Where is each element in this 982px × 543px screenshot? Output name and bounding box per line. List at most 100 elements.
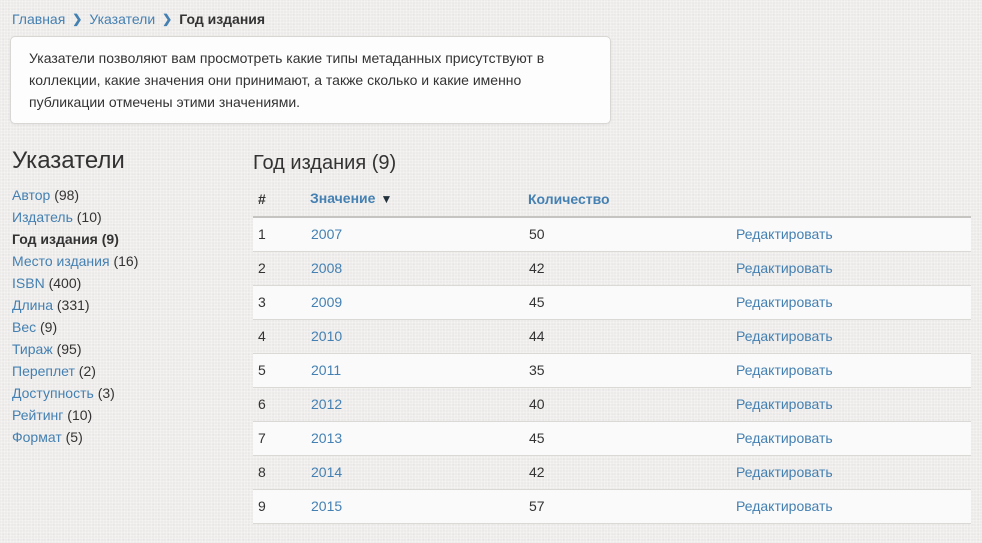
row-value-cell: 2014: [310, 455, 528, 489]
row-value-link[interactable]: 2015: [311, 498, 342, 514]
sidebar-item: ISBN (400): [12, 276, 253, 290]
column-header-count: Количество: [528, 183, 735, 217]
table-row: 62012 40Редактировать: [253, 387, 971, 421]
sort-desc-icon[interactable]: ▼: [380, 192, 392, 206]
main-panel: Год издания (9) # Значение ▼ Количество: [253, 148, 971, 524]
sidebar-item-link[interactable]: Переплет: [12, 363, 75, 379]
row-count-cell: 45: [528, 285, 735, 319]
sidebar-item: Автор (98): [12, 188, 253, 202]
breadcrumb-item-link[interactable]: Указатели: [89, 11, 155, 27]
row-value-link[interactable]: 2012: [311, 396, 342, 412]
row-actions-cell: Редактировать: [735, 421, 971, 455]
row-edit-link[interactable]: Редактировать: [736, 396, 833, 412]
row-value-cell: 2008: [310, 251, 528, 285]
row-actions-cell: Редактировать: [735, 251, 971, 285]
content: Указатели Автор (98)Издатель (10)Год изд…: [10, 148, 971, 524]
row-count-cell: 35: [528, 353, 735, 387]
sidebar-item-link[interactable]: Доступность: [12, 385, 94, 401]
row-count-cell: 57: [528, 489, 735, 523]
table-body: 1200750Редактировать2200842Редактировать…: [253, 217, 971, 523]
row-count-cell: 50: [528, 217, 735, 251]
column-header-index: #: [253, 183, 310, 217]
sidebar-item-link[interactable]: ISBN: [12, 275, 45, 291]
sidebar-item: Длина (331): [12, 298, 253, 312]
sidebar-item-count: (5): [66, 429, 83, 445]
row-count-cell: 40: [528, 387, 735, 421]
sidebar-item-link[interactable]: Год издания: [12, 231, 98, 247]
sidebar-item: Тираж (95): [12, 342, 253, 356]
table-row: 32009 45Редактировать: [253, 285, 971, 319]
row-actions-cell: Редактировать: [735, 319, 971, 353]
table-row: 82014 42Редактировать: [253, 455, 971, 489]
row-value-cell: 2013: [310, 421, 528, 455]
row-edit-link[interactable]: Редактировать: [736, 498, 833, 514]
sidebar-list: Автор (98) Издатель (10) Год издания (9) Ме…: [12, 188, 253, 444]
sidebar-item-link[interactable]: Автор: [12, 187, 50, 203]
row-edit-link[interactable]: Редактировать: [736, 362, 833, 378]
row-count-cell: 42: [528, 455, 735, 489]
row-actions-cell: Редактировать: [735, 353, 971, 387]
row-value-link[interactable]: 2010: [311, 328, 342, 344]
page-title: Год издания (9): [253, 151, 971, 175]
row-actions-cell: Редактировать: [735, 489, 971, 523]
sidebar-item-count: (400): [49, 275, 82, 291]
info-box: Указатели позволяют вам просмотреть каки…: [10, 36, 611, 124]
row-value-link[interactable]: 2008: [311, 260, 342, 276]
row-value-cell: 2015: [310, 489, 528, 523]
row-value-cell: 2012: [310, 387, 528, 421]
sidebar-item-link[interactable]: Вес: [12, 319, 36, 335]
row-index-cell: 1: [253, 217, 310, 251]
sort-by-value-link[interactable]: Значение: [310, 190, 375, 206]
sidebar-item-count: (9): [40, 319, 57, 335]
row-edit-link[interactable]: Редактировать: [736, 430, 833, 446]
row-actions-cell: Редактировать: [735, 285, 971, 319]
row-index-cell: 6: [253, 387, 310, 421]
sidebar-item-link[interactable]: Издатель: [12, 209, 73, 225]
sidebar-item-link[interactable]: Рейтинг: [12, 407, 63, 423]
row-edit-link[interactable]: Редактировать: [736, 260, 833, 276]
row-edit-link[interactable]: Редактировать: [736, 226, 833, 242]
breadcrumb: Главная ❯ Указатели ❯ Год издания: [10, 0, 971, 29]
breadcrumb-separator-icon: ❯: [162, 12, 172, 26]
info-box-text: Указатели позволяют вам просмотреть каки…: [29, 50, 544, 110]
breadcrumb-separator-icon: ❯: [72, 12, 82, 26]
row-index-cell: 4: [253, 319, 310, 353]
row-index-cell: 8: [253, 455, 310, 489]
row-value-link[interactable]: 2009: [311, 294, 342, 310]
row-edit-link[interactable]: Редактировать: [736, 464, 833, 480]
row-count-cell: 44: [528, 319, 735, 353]
row-index-cell: 3: [253, 285, 310, 319]
sidebar-item-link[interactable]: Формат: [12, 429, 62, 445]
sidebar: Указатели Автор (98) Издатель (10) Год изд…: [10, 148, 253, 524]
row-index-cell: 7: [253, 421, 310, 455]
column-header-value: Значение ▼: [310, 183, 528, 217]
row-value-cell: 2009: [310, 285, 528, 319]
row-value-link[interactable]: 2011: [311, 362, 341, 378]
row-actions-cell: Редактировать: [735, 217, 971, 251]
row-value-link[interactable]: 2014: [311, 464, 342, 480]
sidebar-title: Указатели: [12, 148, 253, 174]
sidebar-item-count: (9): [102, 231, 119, 247]
sidebar-item-count: (10): [77, 209, 102, 225]
sidebar-item-link[interactable]: Длина: [12, 297, 53, 313]
sidebar-item-count: (3): [98, 385, 115, 401]
sidebar-item: Место издания (16): [12, 254, 253, 268]
sidebar-item-link[interactable]: Тираж: [12, 341, 53, 357]
sidebar-item-link[interactable]: Место издания: [12, 253, 110, 269]
row-actions-cell: Редактировать: [735, 387, 971, 421]
page: Главная ❯ Указатели ❯ Год издания Указатели …: [0, 0, 982, 524]
breadcrumb-item-current: Год издания: [179, 11, 265, 27]
sidebar-item-count: (331): [57, 297, 90, 313]
table-row: 2200842Редактировать: [253, 251, 971, 285]
row-edit-link[interactable]: Редактировать: [736, 294, 833, 310]
table-header-row: # Значение ▼ Количество: [253, 183, 971, 217]
row-value-link[interactable]: 2013: [311, 430, 342, 446]
row-edit-link[interactable]: Редактировать: [736, 328, 833, 344]
sort-by-count-link[interactable]: Количество: [528, 191, 610, 207]
sidebar-item: Издатель (10): [12, 210, 253, 224]
breadcrumb-item-link[interactable]: Главная: [12, 11, 65, 27]
table-row: 12007 50Редактировать: [253, 217, 971, 251]
row-actions-cell: Редактировать: [735, 455, 971, 489]
values-table: # Значение▼ Количество 1200750Редактиров…: [253, 183, 971, 524]
row-value-link[interactable]: 2007: [311, 226, 342, 242]
